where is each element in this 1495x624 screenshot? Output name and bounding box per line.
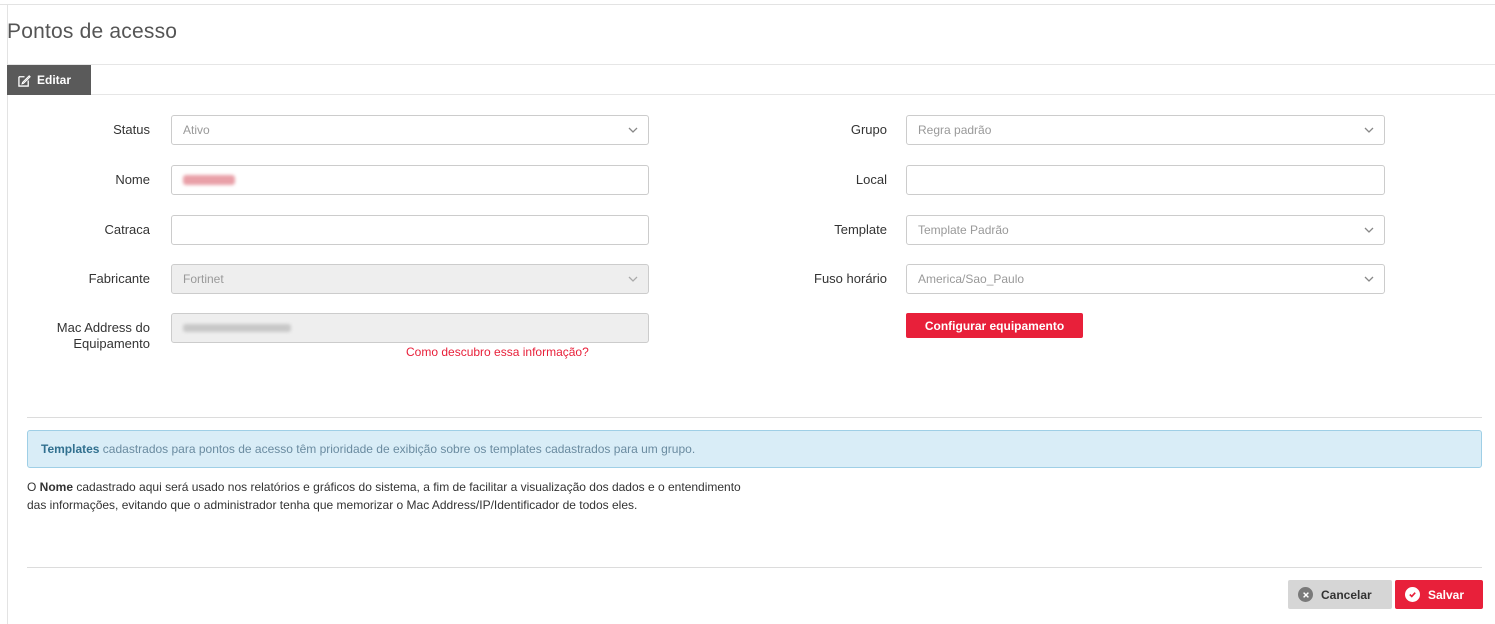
tab-edit-label: Editar [37,73,72,87]
templates-info-alert: Templates cadastrados para pontos de ace… [27,430,1482,468]
status-label: Status [113,122,150,137]
grupo-value: Regra padrão [918,123,992,137]
status-value: Ativo [183,123,210,137]
close-circle-icon [1298,587,1313,602]
nome-input[interactable] [171,165,649,195]
grupo-select[interactable]: Regra padrão [906,115,1385,145]
divider-top [27,417,1482,418]
note-bold: Nome [39,480,74,494]
local-input[interactable] [906,165,1385,195]
check-circle-icon [1405,587,1420,602]
nome-label: Nome [115,172,150,187]
catraca-input[interactable] [171,215,649,245]
fuso-label: Fuso horário [814,271,887,286]
alert-bold: Templates [41,442,100,456]
mac-help-link[interactable]: Como descubro essa informação? [406,345,589,359]
template-label: Template [834,222,887,237]
mac-input[interactable] [171,313,649,343]
nome-value-redacted [183,175,235,185]
chevron-down-icon [1364,227,1374,233]
divider-bottom [27,567,1482,568]
mac-label-line2: Equipamento [73,336,150,351]
fabricante-label: Fabricante [88,271,150,286]
top-border [0,0,1495,5]
mac-label: Mac Address do Equipamento [0,320,150,352]
fuso-value: America/Sao_Paulo [918,272,1025,286]
fuso-select[interactable]: America/Sao_Paulo [906,264,1385,294]
status-select[interactable]: Ativo [171,115,649,145]
template-value: Template Padrão [918,223,1009,237]
nome-help-note: O Nome cadastrado aqui será usado nos re… [27,478,747,514]
cancel-button[interactable]: Cancelar [1288,580,1392,609]
chevron-down-icon [628,127,638,133]
page-title: Pontos de acesso [7,20,178,43]
tab-bar: Editar [7,64,1495,95]
left-border [7,5,8,624]
fabricante-select[interactable]: Fortinet [171,264,649,294]
fabricante-value: Fortinet [183,272,224,286]
chevron-down-icon [1364,127,1374,133]
chevron-down-icon [628,276,638,282]
chevron-down-icon [1364,276,1374,282]
save-button[interactable]: Salvar [1395,580,1483,609]
mac-value-redacted [183,324,291,332]
alert-text: cadastrados para pontos de acesso têm pr… [99,442,696,456]
note-text: cadastrado aqui será usado nos relatório… [27,480,741,512]
grupo-label: Grupo [850,122,887,137]
note-prefix: O [27,480,40,494]
template-select[interactable]: Template Padrão [906,215,1385,245]
save-label: Salvar [1428,587,1465,602]
edit-icon [18,74,31,87]
catraca-label: Catraca [104,222,150,237]
tab-edit[interactable]: Editar [7,65,91,95]
mac-label-line1: Mac Address do [56,320,150,335]
configure-equipment-button[interactable]: Configurar equipamento [906,313,1083,338]
cancel-label: Cancelar [1321,587,1372,602]
local-label: Local [855,172,887,187]
